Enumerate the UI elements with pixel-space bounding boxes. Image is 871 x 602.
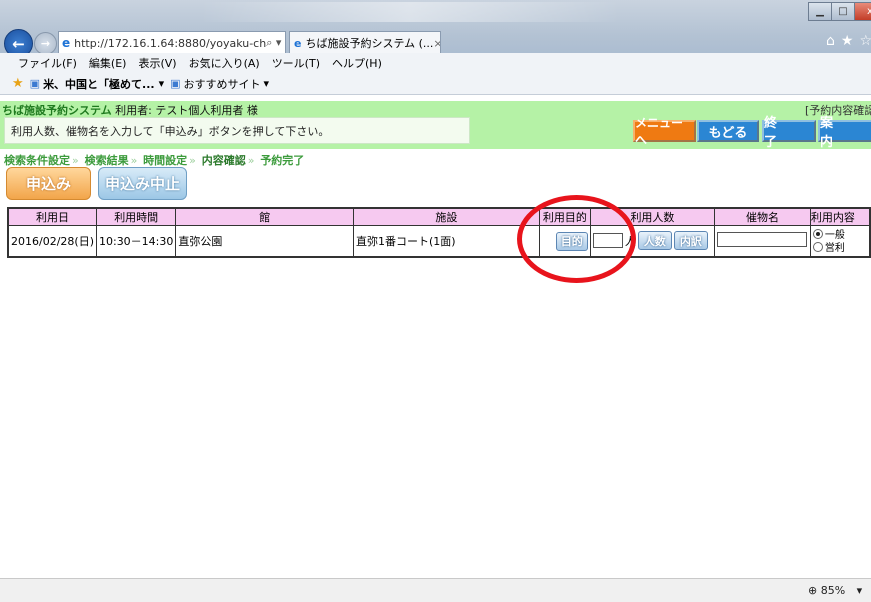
- menu-tools[interactable]: ツール(T): [272, 55, 320, 71]
- cell-purpose: 目的: [538, 225, 591, 258]
- usage-general-option[interactable]: 一般: [812, 228, 867, 241]
- header-time: 利用時間: [95, 207, 177, 226]
- cell-usage: 一般 営利: [809, 225, 871, 258]
- favorite-link-suggested[interactable]: おすすめサイト: [184, 76, 261, 92]
- usage-general-label: 一般: [824, 230, 845, 241]
- menu-edit[interactable]: 編集(E): [89, 55, 127, 71]
- maximize-button[interactable]: □: [831, 2, 855, 21]
- people-count-input[interactable]: [592, 233, 623, 248]
- browser-forward-button[interactable]: →: [34, 32, 57, 55]
- step-time-setting: 時間設定: [143, 154, 188, 167]
- cell-event-name: [714, 225, 811, 258]
- header-hall: 館: [175, 207, 354, 226]
- cell-hall: 直弥公園: [175, 225, 354, 258]
- favorite-link-news[interactable]: 米、中国と「極めて...: [43, 76, 155, 92]
- system-name: ちば施設予約システム: [2, 104, 112, 117]
- zoom-icon: ⊕: [808, 584, 818, 597]
- header-event-name: 催物名: [714, 207, 811, 226]
- chevron-down-icon[interactable]: ▾: [159, 77, 165, 90]
- purpose-button[interactable]: 目的: [555, 231, 588, 251]
- tab-title: ちば施設予約システム (...: [305, 37, 434, 50]
- menu-favorites[interactable]: お気に入り(A): [189, 55, 260, 71]
- usage-commercial-label: 営利: [824, 243, 845, 254]
- header-facility: 施設: [353, 207, 540, 226]
- ie-icon: e: [294, 36, 302, 50]
- people-unit-label: 人: [624, 234, 636, 248]
- step-complete: 予約完了: [260, 154, 305, 167]
- user-name: 利用者: テスト個人利用者 様: [115, 104, 258, 117]
- menu-bar: ファイル(F) 編集(E) 表示(V) お気に入り(A) ツール(T) ヘルプ(…: [0, 53, 871, 73]
- radio-selected-icon[interactable]: [812, 229, 823, 239]
- guide-button[interactable]: 案 内: [818, 116, 871, 150]
- status-bar: [0, 578, 871, 602]
- page-icon: ▣: [170, 77, 181, 90]
- people-count-button[interactable]: 人数: [637, 231, 672, 250]
- header-purpose: 利用目的: [538, 207, 591, 226]
- favorites-star-icon[interactable]: ★: [12, 76, 24, 91]
- chevron-down-icon[interactable]: ▾: [264, 77, 270, 90]
- breakdown-button[interactable]: 内訳: [673, 231, 708, 250]
- header-people: 利用人数: [589, 207, 716, 226]
- close-window-button[interactable]: x: [854, 2, 871, 21]
- header-usage: 利用内容: [809, 207, 871, 226]
- menu-view[interactable]: 表示(V): [138, 55, 176, 71]
- header-date: 利用日: [7, 207, 97, 226]
- event-name-input[interactable]: [717, 232, 808, 247]
- minimize-button[interactable]: ▁: [808, 2, 832, 21]
- search-icon[interactable]: ⌕ ▾ ↻: [266, 36, 285, 50]
- cell-people: 人 人数 内訳: [589, 225, 716, 258]
- step-search-conditions: 検索条件設定: [4, 154, 70, 167]
- menu-button[interactable]: メニューへ: [633, 116, 696, 147]
- page-icon: ▣: [29, 77, 41, 90]
- zoom-level: 85%: [820, 584, 846, 597]
- menu-help[interactable]: ヘルプ(H): [332, 55, 382, 71]
- reservation-table: 利用日 利用時間 館 施設 利用目的 利用人数 催物名 利用内容 2016/02…: [7, 207, 871, 258]
- address-text: http://172.16.1.64:8880/yoyaku-ch: [74, 36, 267, 50]
- cell-date: 2016/02/28(日): [7, 225, 97, 258]
- cell-time: 10:30－14:30: [95, 225, 177, 258]
- close-tab-icon[interactable]: ×: [433, 37, 440, 50]
- favorites-bar: ★ ▣ 米、中国と「極めて... ▾ ▣ おすすめサイト ▾: [0, 73, 871, 95]
- address-bar[interactable]: e http://172.16.1.64:8880/yoyaku-ch ⌕ ▾ …: [58, 31, 286, 55]
- table-row: 2016/02/28(日) 10:30－14:30 直弥公園 直弥1番コート(1…: [7, 225, 871, 258]
- step-search-results: 検索結果: [84, 154, 129, 167]
- step-content-confirm: 内容確認: [201, 154, 246, 167]
- usage-commercial-option[interactable]: 営利: [812, 241, 867, 254]
- ie-icon: e: [62, 35, 71, 50]
- cell-facility: 直弥1番コート(1面): [353, 225, 540, 258]
- back-button[interactable]: もどる: [697, 120, 759, 142]
- zoom-control[interactable]: ⊕ 85% ▾: [808, 584, 862, 597]
- end-button[interactable]: 終 了: [762, 116, 816, 150]
- apply-button[interactable]: 申込み: [6, 167, 91, 200]
- table-header-row: 利用日 利用時間 館 施設 利用目的 利用人数 催物名 利用内容: [7, 207, 871, 226]
- radio-empty-icon[interactable]: [812, 242, 823, 252]
- system-title: ちば施設予約システム 利用者: テスト個人利用者 様: [2, 102, 258, 118]
- step-breadcrumb: 検索条件設定» 検索結果» 時間設定» 内容確認» 予約完了: [4, 154, 305, 167]
- cancel-application-button[interactable]: 申込み中止: [98, 167, 187, 200]
- home-favorites-icons[interactable]: ⌂★☆: [826, 33, 871, 49]
- menu-file[interactable]: ファイル(F): [18, 55, 77, 71]
- browser-tab[interactable]: e ちば施設予約システム (... ×: [289, 31, 441, 54]
- chevron-down-icon[interactable]: ▾: [857, 584, 863, 597]
- instruction-text: 利用人数、催物名を入力して「申込み」ボタンを押して下さい。: [4, 117, 470, 144]
